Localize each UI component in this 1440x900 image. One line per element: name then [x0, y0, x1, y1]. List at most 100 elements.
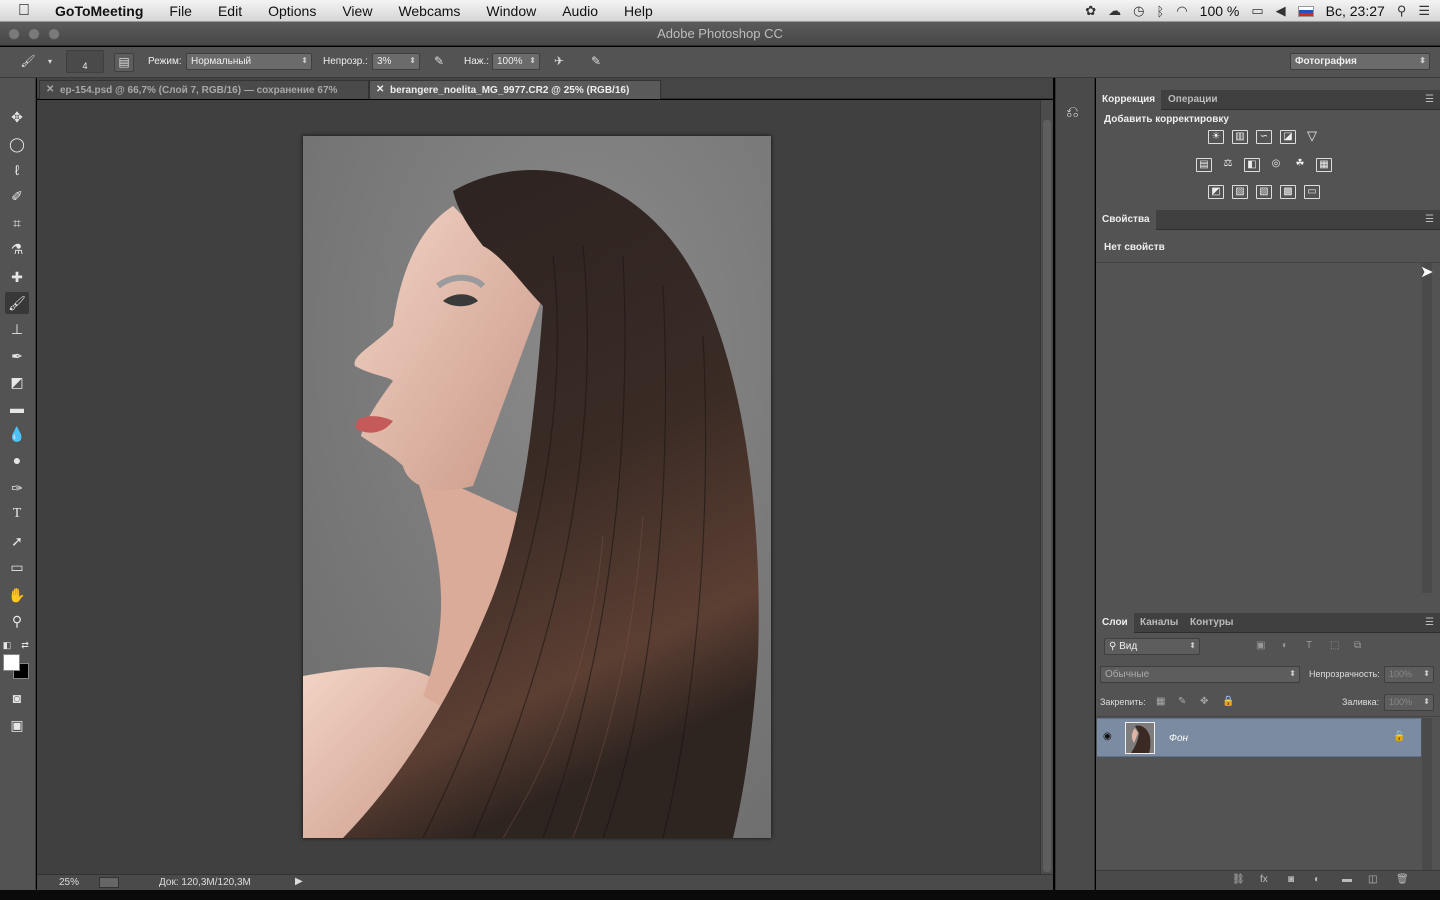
opacity-input[interactable]: 3%: [372, 53, 420, 70]
menu-view[interactable]: View: [329, 0, 385, 22]
new-adjustment-layer-icon[interactable]: ◐: [1314, 874, 1320, 885]
zoom-level[interactable]: 25%: [59, 877, 79, 888]
gotomeeting-status-icon[interactable]: ✿: [1085, 3, 1096, 19]
curves-icon[interactable]: ∽: [1256, 130, 1272, 144]
link-layers-icon[interactable]: ⛓: [1232, 874, 1245, 885]
flow-input[interactable]: 100%: [492, 53, 540, 70]
clock[interactable]: Вс, 23:27: [1326, 3, 1385, 19]
quick-select-tool-icon[interactable]: ✐: [5, 185, 29, 207]
wifi-icon[interactable]: ◠: [1176, 3, 1187, 19]
history-brush-tool-icon[interactable]: ✒: [5, 345, 29, 367]
time-machine-icon[interactable]: ◷: [1133, 3, 1144, 19]
scrollbar-thumb[interactable]: [1043, 120, 1051, 872]
hue-saturation-icon[interactable]: ▤: [1196, 158, 1212, 172]
battery-percent[interactable]: 100 %: [1200, 3, 1240, 19]
filter-smart-object-icon[interactable]: ⧉: [1354, 640, 1361, 651]
tab-ep-154[interactable]: ✕ ep-154.psd @ 66,7% (Слой 7, RGB/16) — …: [39, 80, 369, 99]
exposure-icon[interactable]: ◪: [1280, 130, 1296, 144]
color-lookup-icon[interactable]: ▦: [1316, 158, 1332, 172]
zoom-tool-icon[interactable]: ⚲: [5, 610, 29, 632]
tab-actions[interactable]: Операции: [1162, 90, 1224, 110]
history-panel-icon[interactable]: ⎌: [1066, 104, 1079, 122]
layer-visibility-eye-icon[interactable]: ◉: [1103, 731, 1112, 742]
layer-style-icon[interactable]: fx: [1260, 874, 1268, 885]
gradient-map-icon[interactable]: ▭: [1304, 185, 1320, 199]
filter-shape-icon[interactable]: ⬚: [1330, 640, 1339, 651]
brush-panel-toggle-icon[interactable]: ▤: [114, 53, 134, 72]
vibrance-icon[interactable]: ▽: [1304, 129, 1320, 144]
quick-mask-icon[interactable]: ◙: [5, 687, 29, 709]
healing-brush-tool-icon[interactable]: ✚: [5, 266, 29, 288]
color-balance-icon[interactable]: ⚖: [1220, 158, 1236, 172]
menu-file[interactable]: File: [156, 0, 205, 22]
default-colors-icon[interactable]: ◧: [0, 634, 14, 656]
flag-ru-icon[interactable]: [1297, 5, 1314, 17]
volume-icon[interactable]: ◀: [1276, 3, 1286, 19]
brightness-icon[interactable]: ☀: [1208, 130, 1224, 144]
gradient-tool-icon[interactable]: ▬: [5, 397, 29, 419]
workspace-select[interactable]: Фотография: [1290, 53, 1430, 70]
dodge-tool-icon[interactable]: ●: [5, 449, 29, 471]
new-group-icon[interactable]: ▬: [1342, 874, 1352, 885]
add-mask-icon[interactable]: ◙: [1288, 874, 1294, 885]
invert-icon[interactable]: ◩: [1208, 185, 1224, 199]
delete-layer-icon[interactable]: 🗑: [1396, 874, 1409, 885]
menu-help[interactable]: Help: [611, 0, 666, 22]
lock-transparent-icon[interactable]: ▦: [1156, 696, 1165, 707]
bluetooth-icon[interactable]: ᛒ: [1157, 4, 1165, 19]
hand-tool-icon[interactable]: ✋: [5, 584, 29, 606]
eyedropper-tool-icon[interactable]: ⚗: [5, 238, 29, 260]
levels-icon[interactable]: ▥: [1232, 130, 1248, 144]
tab-paths[interactable]: Контуры: [1184, 613, 1239, 633]
lasso-tool-icon[interactable]: ℓ: [5, 159, 29, 181]
channel-mixer-icon[interactable]: ☘: [1292, 158, 1308, 172]
properties-scrollbar[interactable]: [1422, 263, 1432, 593]
spotlight-icon[interactable]: ⚲: [1397, 3, 1407, 19]
menu-options[interactable]: Options: [255, 0, 329, 22]
tab-channels[interactable]: Каналы: [1134, 613, 1184, 633]
eraser-tool-icon[interactable]: ◩: [5, 371, 29, 393]
path-select-tool-icon[interactable]: ➚: [5, 530, 29, 552]
tab-layers[interactable]: Слои: [1096, 613, 1134, 633]
pen-tool-icon[interactable]: ✑: [5, 477, 29, 499]
panel-menu-icon[interactable]: ☰: [1425, 94, 1434, 105]
crop-tool-icon[interactable]: ⌗: [5, 212, 29, 234]
rectangle-tool-icon[interactable]: ▭: [5, 556, 29, 578]
marquee-tool-icon[interactable]: ◯: [5, 133, 29, 155]
filter-type-icon[interactable]: T: [1306, 640, 1312, 651]
layer-row[interactable]: ◉ Фон 🔒: [1097, 718, 1421, 757]
status-options-icon[interactable]: [99, 877, 119, 888]
panel-menu-icon[interactable]: ☰: [1425, 617, 1434, 628]
pressure-opacity-icon[interactable]: ✎: [429, 53, 449, 72]
threshold-icon[interactable]: ▧: [1256, 185, 1272, 199]
tab-adjustments[interactable]: Коррекция: [1096, 90, 1162, 110]
brush-tool-preset-icon[interactable]: 🖌: [18, 53, 38, 72]
photo-filter-icon[interactable]: ◎: [1268, 158, 1284, 172]
posterize-icon[interactable]: ▨: [1232, 185, 1248, 199]
brush-tool-icon[interactable]: 🖌: [5, 292, 29, 314]
cloud-icon[interactable]: ☁: [1108, 3, 1121, 19]
screen-mode-icon[interactable]: ▣: [5, 714, 29, 736]
black-white-icon[interactable]: ◧: [1244, 158, 1260, 172]
canvas-vertical-scrollbar[interactable]: [1040, 100, 1053, 874]
selective-color-icon[interactable]: ▩: [1280, 185, 1296, 199]
filter-pixel-icon[interactable]: ▣: [1256, 640, 1265, 651]
document-image[interactable]: [303, 136, 771, 838]
layer-filter-select[interactable]: ⚲ Вид: [1104, 638, 1200, 655]
filter-adjustment-icon[interactable]: ◐: [1282, 640, 1288, 651]
new-layer-icon[interactable]: ◫: [1368, 874, 1377, 885]
layers-scrollbar[interactable]: [1422, 718, 1432, 870]
close-tab-icon[interactable]: ✕: [376, 84, 384, 95]
blend-mode-select[interactable]: Обычные: [1100, 666, 1300, 683]
menu-edit[interactable]: Edit: [205, 0, 255, 22]
menu-app[interactable]: GoToMeeting: [42, 0, 156, 22]
pressure-size-icon[interactable]: ✎: [586, 53, 606, 72]
close-tab-icon[interactable]: ✕: [46, 84, 54, 95]
apple-icon[interactable]: : [18, 2, 38, 20]
mode-select[interactable]: Нормальный: [186, 53, 312, 70]
tab-properties[interactable]: Свойства: [1096, 210, 1156, 230]
layer-name[interactable]: Фон: [1169, 733, 1188, 744]
preset-dropdown-arrow-icon[interactable]: ▾: [44, 53, 56, 72]
fill-input[interactable]: 100%: [1384, 694, 1434, 711]
move-tool-icon[interactable]: ✥: [5, 106, 29, 128]
